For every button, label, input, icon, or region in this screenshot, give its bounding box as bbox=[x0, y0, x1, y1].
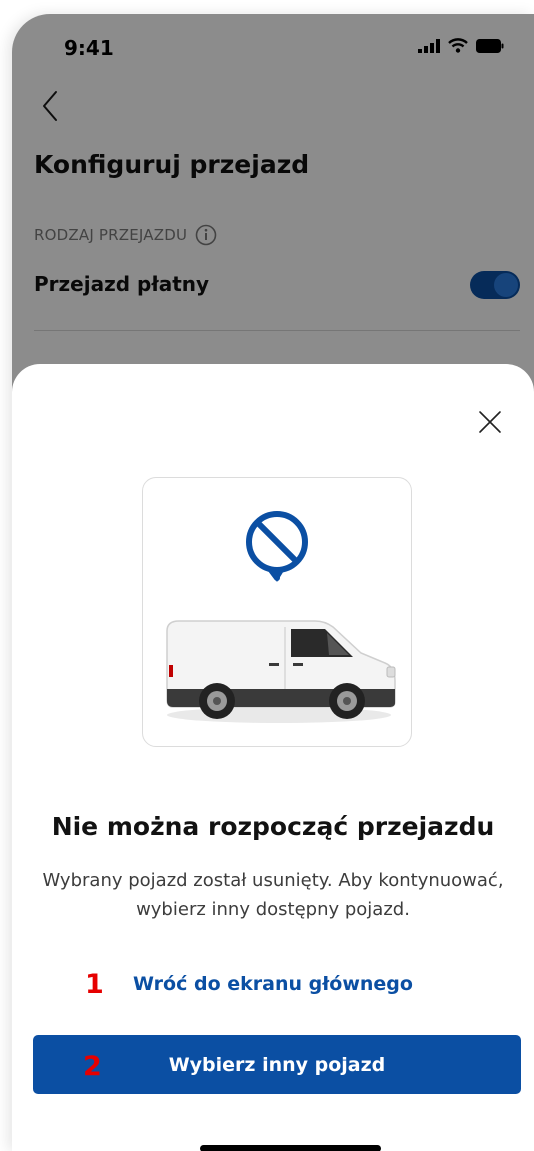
illustration-card bbox=[142, 477, 412, 747]
annotation-marker-2: 2 bbox=[83, 1051, 102, 1082]
bottom-sheet: Nie można rozpocząć przejazdu Wybrany po… bbox=[12, 364, 534, 1151]
close-icon[interactable] bbox=[475, 407, 505, 437]
choose-other-vehicle-label: Wybierz inny pojazd bbox=[168, 1053, 386, 1076]
sheet-title: Nie można rozpocząć przejazdu bbox=[51, 812, 495, 841]
home-indicator bbox=[200, 1145, 381, 1151]
back-to-home-link[interactable]: Wróć do ekranu głównego bbox=[12, 973, 534, 995]
choose-other-vehicle-button[interactable]: Wybierz inny pojazd bbox=[33, 1035, 521, 1094]
phone-screen: 9:41 Konfiguruj przejazd RODZAJ PRZEJAZD… bbox=[12, 14, 534, 1151]
van-image bbox=[166, 620, 396, 723]
sheet-message: Wybrany pojazd został usunięty. Aby kont… bbox=[42, 870, 504, 920]
ban-icon bbox=[246, 511, 308, 582]
